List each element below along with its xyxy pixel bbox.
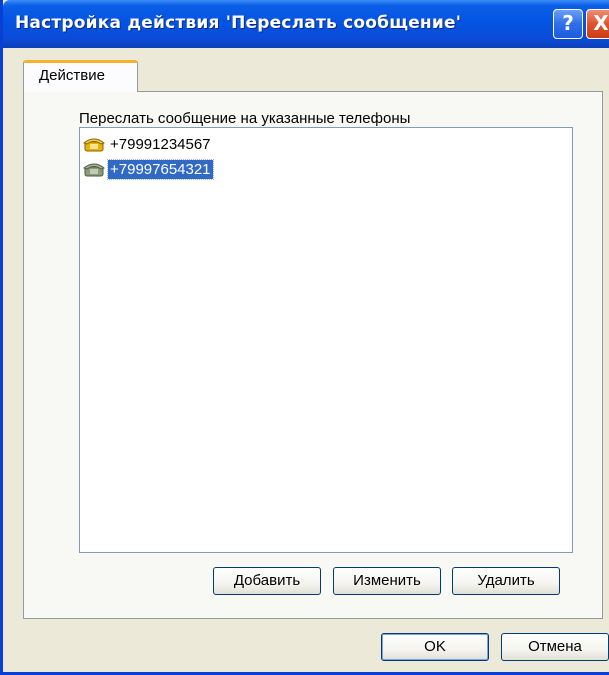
phone-yellow-icon [82, 138, 106, 152]
help-button[interactable]: ? [553, 9, 583, 39]
title-bar[interactable]: Настройка действия 'Переслать сообщение'… [3, 0, 609, 48]
edit-button[interactable]: Изменить [333, 567, 441, 595]
delete-button[interactable]: Удалить [452, 567, 560, 595]
phone-list-label: Переслать сообщение на указанные телефон… [79, 110, 411, 127]
phone-gray-icon [82, 163, 106, 177]
ok-button[interactable]: OK [381, 633, 489, 661]
dialog-window: Настройка действия 'Переслать сообщение'… [0, 0, 609, 675]
add-button[interactable]: Добавить [213, 567, 321, 595]
cancel-button[interactable]: Отмена [501, 633, 609, 661]
tab-action[interactable]: Действие [23, 60, 138, 92]
close-icon: X [593, 11, 609, 35]
phone-number: +79991234567 [110, 135, 211, 153]
window-title: Настройка действия 'Переслать сообщение' [15, 13, 462, 33]
close-button[interactable]: X [586, 9, 609, 39]
phone-number: +79997654321 [107, 158, 214, 180]
list-item[interactable]: +79997654321 [82, 157, 214, 181]
list-item[interactable]: +79991234567 [82, 132, 213, 156]
phone-listbox[interactable]: +79991234567 +79997654321 [79, 127, 573, 553]
help-icon: ? [562, 11, 574, 35]
tab-action-label: Действие [39, 67, 105, 84]
